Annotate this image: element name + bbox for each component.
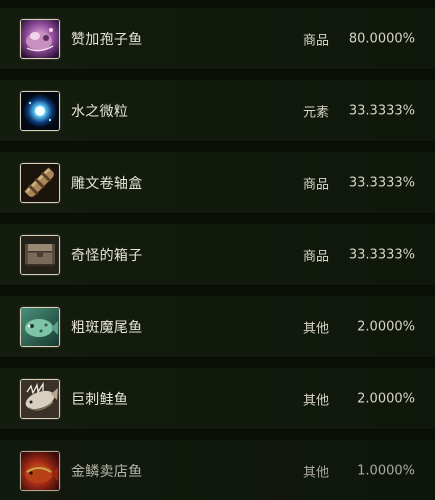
item-type: 其他 <box>303 465 330 480</box>
list-item[interactable]: 水之微粒 元素 33.3333% <box>0 80 435 142</box>
list-item[interactable]: 巨刺鲑鱼 其他 2.0000% <box>0 368 435 430</box>
scroll-case-icon <box>20 162 60 203</box>
list-item[interactable]: 奇怪的箱子 商品 33.3333% <box>0 224 435 286</box>
item-name: 赞加孢子鱼 <box>71 31 143 48</box>
item-name: 巨刺鲑鱼 <box>71 391 129 408</box>
zangar-spore-fish-icon <box>20 18 60 59</box>
strange-chest-icon <box>20 234 60 275</box>
item-type: 其他 <box>303 321 330 336</box>
list-item[interactable]: 赞加孢子鱼 商品 80.0000% <box>0 8 435 70</box>
item-type: 商品 <box>303 177 330 192</box>
drop-rate: 80.0000% <box>348 31 415 46</box>
mote-of-water-icon <box>20 90 60 131</box>
loot-list: 赞加孢子鱼 商品 80.0000% 水之微粒 元素 33.3333% 雕文卷轴盒… <box>0 0 435 500</box>
drop-rate: 2.0000% <box>357 319 415 334</box>
item-type: 其他 <box>303 393 330 408</box>
item-name: 奇怪的箱子 <box>71 247 143 264</box>
list-item[interactable]: 雕文卷轴盒 商品 33.3333% <box>0 152 435 214</box>
item-type: 商品 <box>303 249 330 264</box>
drop-rate: 2.0000% <box>357 391 415 406</box>
drop-rate: 1.0000% <box>357 463 415 478</box>
item-name: 金鳞卖店鱼 <box>71 463 143 480</box>
item-type: 商品 <box>303 33 330 48</box>
drop-rate: 33.3333% <box>348 175 415 190</box>
list-item[interactable]: 金鳞卖店鱼 其他 1.0000% <box>0 440 435 500</box>
item-name: 雕文卷轴盒 <box>71 175 143 192</box>
item-type: 元素 <box>303 105 330 120</box>
item-name: 水之微粒 <box>71 103 129 120</box>
drop-rate: 33.3333% <box>348 247 415 262</box>
barbed-salmon-icon <box>20 378 60 419</box>
golden-scale-fish-icon <box>20 450 60 491</box>
item-name: 粗斑魔尾鱼 <box>71 319 143 336</box>
drop-rate: 33.3333% <box>348 103 415 118</box>
list-item[interactable]: 粗斑魔尾鱼 其他 2.0000% <box>0 296 435 358</box>
spotted-feltail-icon <box>20 306 60 347</box>
